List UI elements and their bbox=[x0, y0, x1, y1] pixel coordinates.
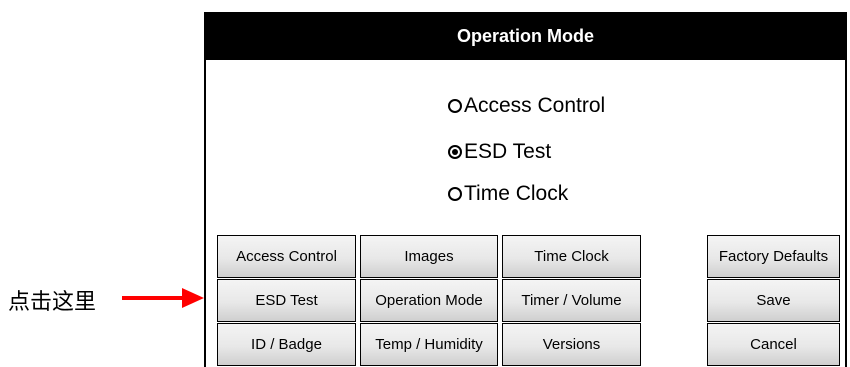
timer-volume-button[interactable]: Timer / Volume bbox=[502, 279, 641, 322]
radio-access-control[interactable]: Access Control bbox=[448, 94, 605, 118]
arrow-right-icon bbox=[122, 288, 204, 308]
radio-unselected-icon[interactable] bbox=[448, 99, 462, 113]
esd-test-button[interactable]: ESD Test bbox=[217, 279, 356, 322]
panel-title: Operation Mode bbox=[456, 25, 594, 46]
panel-left-border bbox=[204, 12, 206, 367]
radio-label-time-clock: Time Clock bbox=[464, 182, 569, 205]
operation-mode-button[interactable]: Operation Mode bbox=[360, 279, 498, 322]
radio-label-esd-test: ESD Test bbox=[464, 140, 552, 163]
panel-title-bar: Operation Mode bbox=[204, 12, 847, 60]
temp-humidity-button[interactable]: Temp / Humidity bbox=[360, 323, 498, 366]
radio-unselected-icon[interactable] bbox=[448, 187, 462, 201]
id-badge-button[interactable]: ID / Badge bbox=[217, 323, 356, 366]
annotation-label: 点击这里 bbox=[8, 290, 97, 315]
versions-button[interactable]: Versions bbox=[502, 323, 641, 366]
time-clock-button[interactable]: Time Clock bbox=[502, 235, 641, 278]
radio-label-access-control: Access Control bbox=[464, 94, 606, 117]
radio-esd-test[interactable]: ESD Test bbox=[448, 140, 551, 164]
screen: 点击这里 Operation Mode Access Control ESD T… bbox=[0, 0, 850, 367]
save-button[interactable]: Save bbox=[707, 279, 840, 322]
cancel-button[interactable]: Cancel bbox=[707, 323, 840, 366]
access-control-button[interactable]: Access Control bbox=[217, 235, 356, 278]
images-button[interactable]: Images bbox=[360, 235, 498, 278]
radio-time-clock[interactable]: Time Clock bbox=[448, 182, 568, 206]
panel-right-border bbox=[845, 12, 847, 367]
factory-defaults-button[interactable]: Factory Defaults bbox=[707, 235, 840, 278]
radio-selected-icon[interactable] bbox=[448, 145, 462, 159]
